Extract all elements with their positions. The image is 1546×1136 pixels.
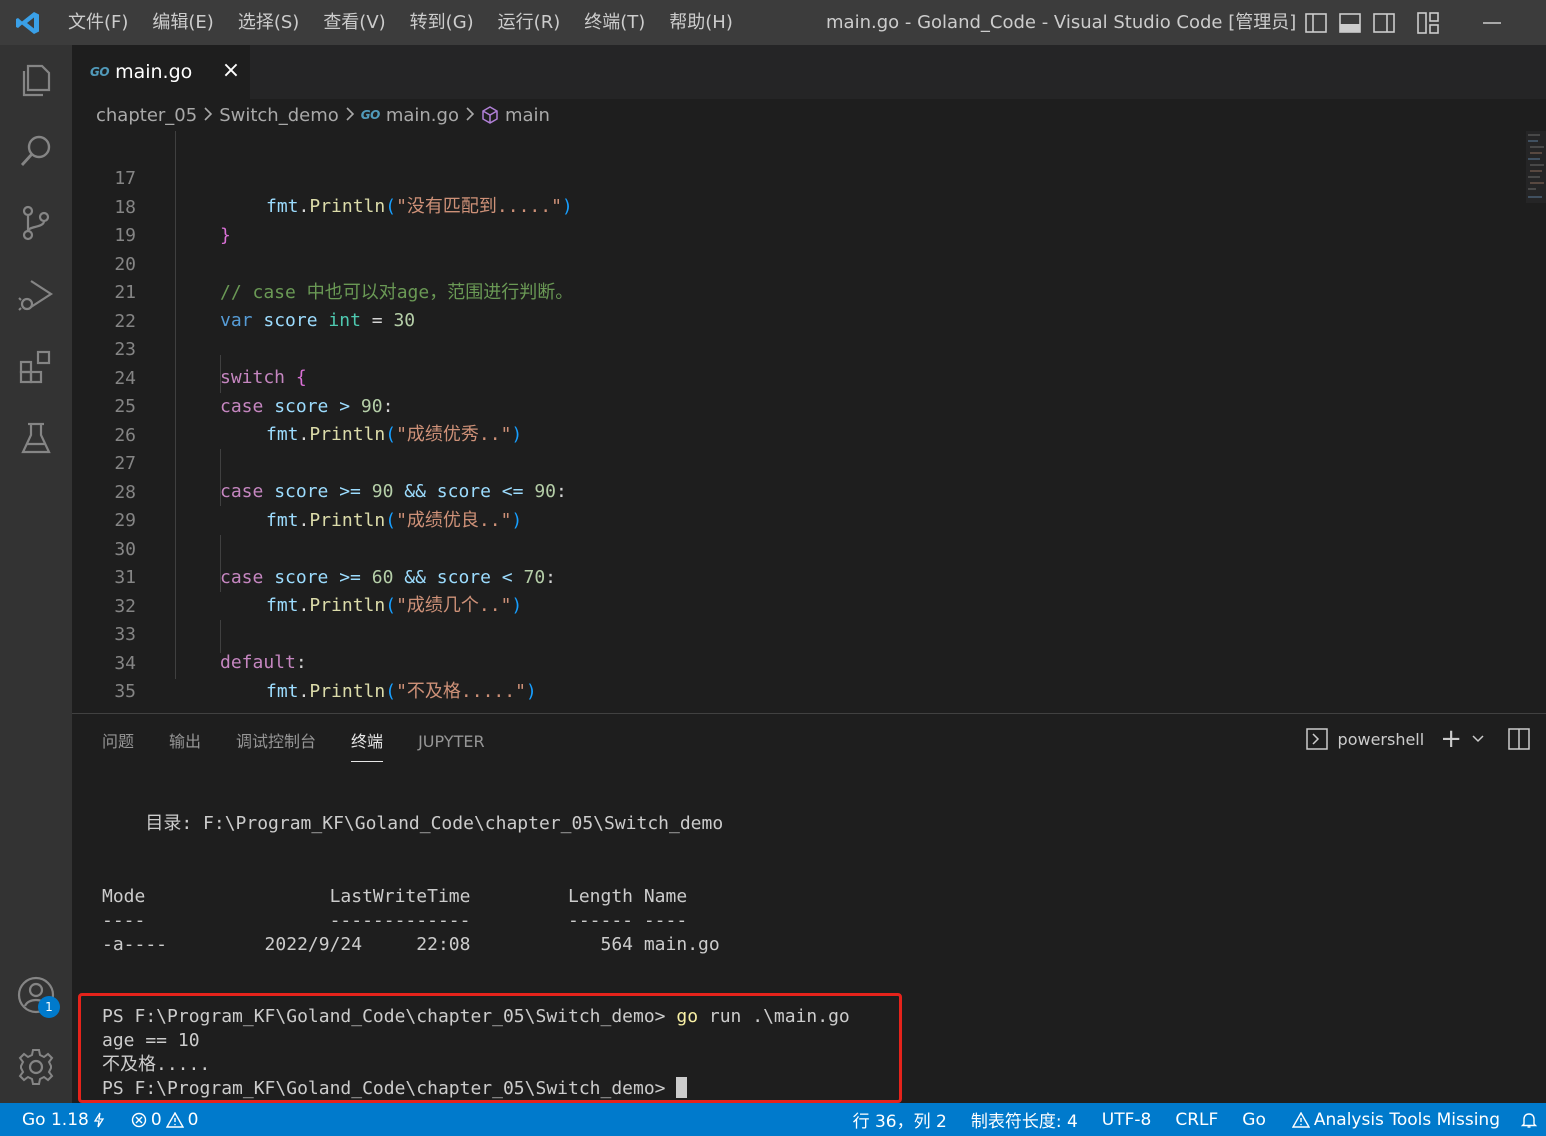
code-line-30: 30 case score >= 60 && score < 70:	[114, 539, 557, 588]
minimap[interactable]	[1526, 131, 1546, 203]
toggle-primary-sidebar-icon[interactable]	[1304, 11, 1328, 35]
lightning-icon	[93, 1112, 105, 1127]
tab-size-status[interactable]: 制表符长度: 4	[957, 1107, 1088, 1132]
code-editor[interactable]: 17 fmt.Println("没有匹配到.....") 18 } 19 20 …	[72, 131, 1546, 711]
symbol-method-icon	[481, 106, 499, 124]
error-icon	[131, 1112, 147, 1127]
code-line-34: 34 fmt.Println("不及格.....")	[114, 653, 537, 702]
terminal-file-row: -a---- 2022/9/24 22:08 564 main.go	[102, 934, 720, 955]
code-line-33: 33 default:	[114, 624, 307, 673]
code-line-23: 23 switch {	[114, 339, 307, 388]
warning-icon	[165, 1111, 184, 1128]
testing-icon[interactable]	[14, 417, 58, 461]
code-line-32: 32	[114, 596, 136, 617]
breadcrumb-symbol[interactable]: main	[505, 105, 550, 126]
search-icon[interactable]	[14, 129, 58, 173]
account-badge: 1	[38, 996, 60, 1018]
run-debug-icon[interactable]	[14, 273, 58, 317]
terminal-dir-line: 目录: F:\Program_KF\Goland_Code\chapter_05…	[102, 813, 724, 834]
menu-bar: 文件(F) 编辑(E) 选择(S) 查看(V) 转到(G) 运行(R) 终端(T…	[56, 0, 745, 45]
tab-main-go[interactable]: GO main.go ×	[72, 45, 250, 99]
code-line-18: 18 }	[114, 197, 231, 246]
code-line-19: 19	[114, 225, 136, 246]
chevron-right-icon	[345, 105, 355, 126]
terminal-icon	[1305, 728, 1328, 750]
panel-tab-bar: 问题 输出 调试控制台 终端 JUPYTER	[102, 730, 520, 762]
tab-problems[interactable]: 问题	[102, 730, 134, 762]
split-terminal-icon[interactable]	[1508, 728, 1530, 750]
terminal-header: Mode LastWriteTime Length Name	[102, 886, 688, 907]
code-line-21: 21 var score int = 30	[114, 282, 416, 331]
window-title: main.go - Goland_Code - Visual Studio Co…	[826, 12, 1297, 33]
menu-help[interactable]: 帮助(H)	[657, 0, 745, 45]
activity-bar: 1	[0, 45, 72, 1103]
customize-layout-icon[interactable]	[1416, 11, 1440, 35]
tab-jupyter[interactable]: JUPYTER	[418, 730, 485, 762]
editor-tab-bar: GO main.go ×	[72, 45, 1546, 99]
shell-selector[interactable]: powershell	[1338, 730, 1425, 749]
toggle-secondary-sidebar-icon[interactable]	[1372, 11, 1396, 35]
code-line-27: 27 case score >= 90 && score <= 90:	[114, 453, 567, 502]
breadcrumb-folder-switch-demo[interactable]: Switch_demo	[219, 105, 339, 126]
menu-edit[interactable]: 编辑(E)	[140, 0, 225, 45]
code-line-36: 36 }	[72, 679, 1518, 711]
language-mode-status[interactable]: Go	[1228, 1110, 1276, 1130]
chevron-down-icon[interactable]	[1472, 734, 1484, 744]
code-line-31: 31 fmt.Println("成绩几个..")	[114, 567, 523, 616]
code-line-28: 28 fmt.Println("成绩优良..")	[114, 482, 523, 531]
tab-label: main.go	[115, 61, 193, 83]
warning-icon	[1291, 1111, 1310, 1128]
chevron-right-icon	[465, 105, 475, 126]
menu-view[interactable]: 查看(V)	[311, 0, 397, 45]
cursor-position-status[interactable]: 行 36，列 2	[843, 1107, 957, 1132]
code-line-24: 24 case score > 90:	[114, 368, 394, 417]
eol-status[interactable]: CRLF	[1161, 1110, 1228, 1130]
menu-selection[interactable]: 选择(S)	[226, 0, 311, 45]
tab-terminal[interactable]: 终端	[351, 730, 384, 762]
settings-gear-icon[interactable]	[14, 1045, 58, 1089]
status-bar: Go 1.18 0 0 行 36，列 2 制表符长度: 4 UTF-8 CRLF…	[0, 1103, 1546, 1136]
menu-go[interactable]: 转到(G)	[398, 0, 486, 45]
annotation-highlight-box	[78, 993, 902, 1103]
analysis-tools-status[interactable]: Analysis Tools Missing	[1276, 1110, 1510, 1130]
encoding-status[interactable]: UTF-8	[1088, 1110, 1162, 1130]
new-terminal-plus-icon[interactable]: +	[1440, 726, 1462, 752]
tab-output[interactable]: 输出	[169, 730, 201, 762]
code-line-35: 35 }	[114, 681, 231, 711]
problems-status[interactable]: 0 0	[115, 1110, 209, 1130]
source-control-icon[interactable]	[14, 201, 58, 245]
go-file-icon: GO	[360, 108, 381, 122]
code-line-25: 25 fmt.Println("成绩优秀..")	[114, 396, 523, 445]
panel-actions: powershell +	[1305, 726, 1530, 752]
terminal-underline: ---- ------------- ------ ----	[102, 910, 688, 931]
vscode-logo-icon	[0, 0, 56, 45]
code-line-17: 17 fmt.Println("没有匹配到.....")	[114, 168, 573, 217]
close-icon[interactable]: ×	[220, 58, 242, 83]
menu-terminal[interactable]: 终端(T)	[572, 0, 657, 45]
code-line-26: 26	[114, 425, 136, 446]
explorer-icon[interactable]	[14, 57, 58, 101]
layout-controls	[1304, 0, 1546, 45]
code-line-20: 20 // case 中也可以对age，范围进行判断。	[114, 254, 574, 303]
go-file-icon: GO	[90, 65, 110, 79]
notifications-bell-icon[interactable]	[1510, 1111, 1546, 1129]
menu-file[interactable]: 文件(F)	[56, 0, 140, 45]
chevron-right-icon	[203, 105, 213, 126]
breadcrumb-folder-chapter[interactable]: chapter_05	[96, 105, 197, 126]
code-line-22: 22	[114, 311, 136, 332]
menu-run[interactable]: 运行(R)	[486, 0, 573, 45]
breadcrumb: chapter_05 Switch_demo GO main.go main	[72, 99, 1546, 131]
breadcrumb-file[interactable]: main.go	[386, 105, 459, 126]
code-line-29: 29	[114, 510, 136, 531]
title-bar: 文件(F) 编辑(E) 选择(S) 查看(V) 转到(G) 运行(R) 终端(T…	[0, 0, 1546, 45]
toggle-panel-icon[interactable]	[1338, 11, 1362, 35]
go-version-status[interactable]: Go 1.18	[0, 1110, 115, 1130]
tab-debug-console[interactable]: 调试控制台	[236, 730, 316, 762]
extensions-icon[interactable]	[14, 345, 58, 389]
minimize-window-icon[interactable]	[1480, 11, 1504, 35]
